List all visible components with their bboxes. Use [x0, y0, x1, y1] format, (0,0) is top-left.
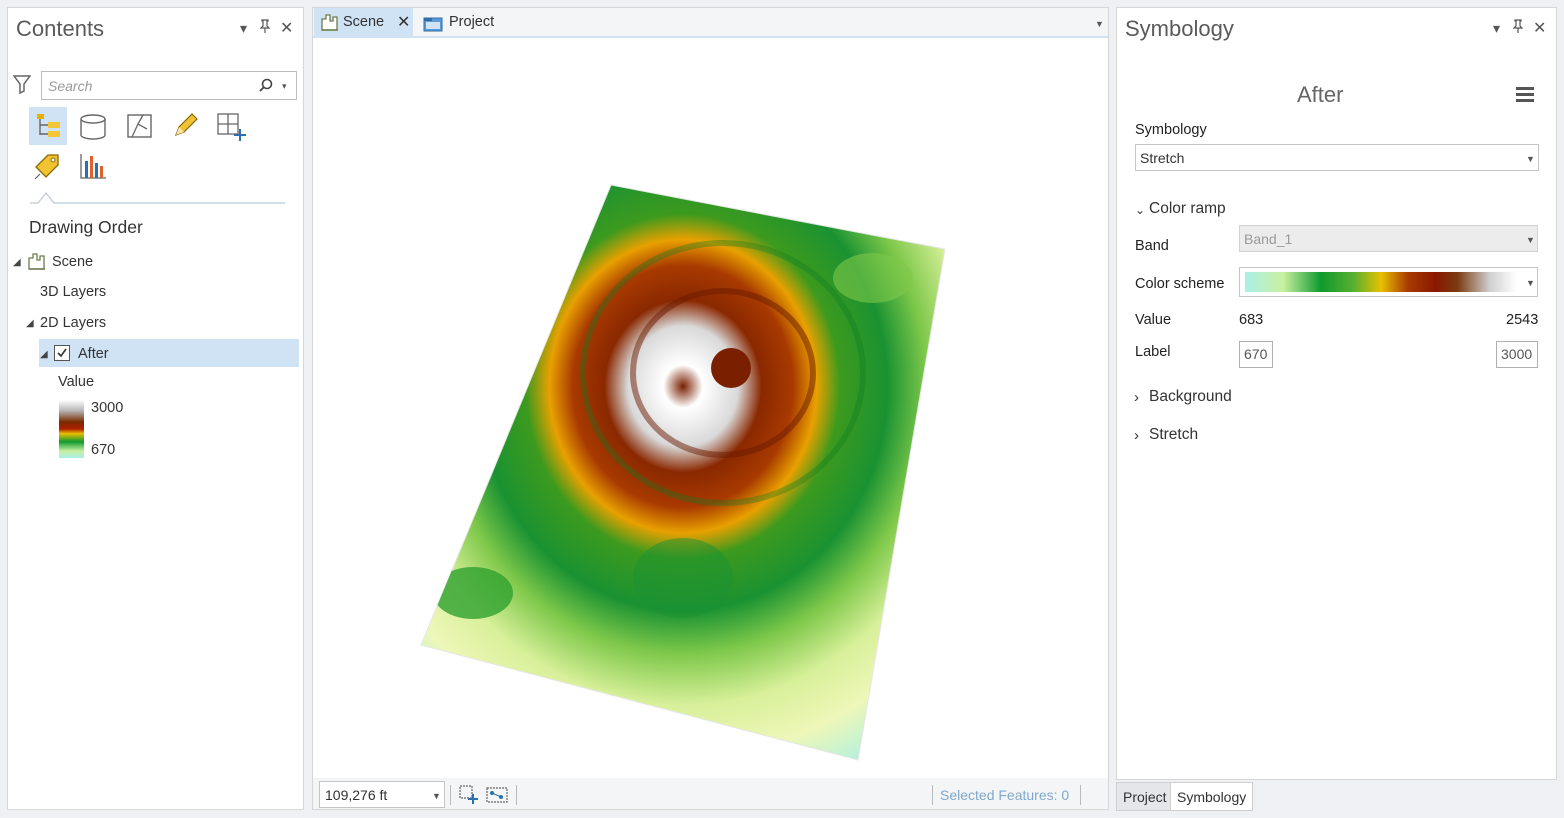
collapse-triangle-icon[interactable]: ◢	[13, 257, 21, 268]
band-label: Band	[1135, 238, 1169, 254]
color-scheme-label: Color scheme	[1135, 276, 1225, 292]
search-box[interactable]: Search ▾	[41, 71, 297, 100]
color-ramp-section[interactable]: ⌄	[1135, 201, 1145, 217]
selected-features-count[interactable]: Selected Features: 0	[940, 787, 1069, 803]
divider	[932, 785, 933, 805]
divider	[516, 785, 517, 805]
color-ramp-preview	[1245, 272, 1517, 292]
close-tab-icon[interactable]: ✕	[397, 8, 410, 37]
collapse-triangle-icon[interactable]: ◢	[40, 349, 48, 360]
value-label: Value	[1135, 312, 1172, 328]
list-by-editing-button[interactable]	[171, 112, 199, 143]
pencil-icon	[174, 113, 198, 137]
divider	[450, 785, 451, 805]
legend-field-label: Value	[58, 374, 95, 390]
tree-item-2d-layers[interactable]: 2D Layers	[40, 315, 106, 331]
label-tag-icon	[34, 154, 59, 180]
band-value: Band_1	[1244, 231, 1293, 247]
fixed-zoom-button[interactable]	[458, 784, 480, 809]
close-icon[interactable]: ✕	[1533, 18, 1546, 38]
symbology-pane: Symbology ▾ ✕ After Symbology Stretch ▼ …	[1116, 7, 1557, 780]
scene-canvas[interactable]	[313, 38, 1108, 778]
color-scheme-dropdown[interactable]: ▼	[1239, 267, 1538, 297]
chevron-right-icon[interactable]: ›	[1134, 427, 1139, 444]
legend-low-value: 670	[91, 442, 116, 458]
symbology-value: Stretch	[1140, 150, 1185, 166]
chevron-right-icon[interactable]: ›	[1134, 389, 1139, 406]
zoom-extent-icon	[459, 785, 478, 804]
layer-visibility-checkbox[interactable]	[54, 345, 70, 361]
tab-project-label: Project	[449, 14, 495, 30]
contents-title: Contents	[16, 16, 105, 41]
value-min: 683	[1239, 312, 1264, 328]
scale-value: 109,276 ft	[325, 787, 388, 803]
network-grid-icon	[486, 787, 508, 803]
symbology-title: Symbology	[1125, 16, 1234, 41]
list-by-drawing-order-button[interactable]	[29, 107, 67, 145]
map-selection-icon	[127, 114, 152, 138]
checkmark-icon	[57, 348, 67, 358]
chevron-down-icon[interactable]: ▼	[432, 791, 441, 801]
scale-dropdown[interactable]: 109,276 ft ▼	[319, 781, 445, 808]
chevron-down-icon[interactable]: ▼	[1526, 154, 1535, 164]
label-label: Label	[1135, 344, 1171, 360]
list-by-charts-button[interactable]	[78, 151, 108, 184]
band-dropdown[interactable]: Band_1 ▼	[1239, 225, 1538, 252]
bottom-tab-symbology[interactable]: Symbology	[1170, 782, 1254, 811]
chevron-down-icon[interactable]: ⌄	[1135, 203, 1145, 217]
hamburger-menu-icon[interactable]	[1516, 86, 1534, 105]
legend-color-ramp	[59, 400, 84, 458]
contents-pane: Contents ▾ ✕ Search ▾ Drawing Order ◢ Sc…	[7, 7, 304, 810]
pane-options-icon[interactable]: ▾	[1493, 20, 1500, 37]
chevron-down-icon[interactable]: ▼	[1526, 235, 1535, 245]
drawing-order-heading: Drawing Order	[29, 217, 143, 237]
list-by-labeling-button[interactable]	[32, 151, 62, 184]
pane-options-icon[interactable]: ▾	[240, 20, 247, 37]
chevron-down-icon[interactable]: ▼	[1526, 278, 1535, 288]
tree-item-3d-layers[interactable]: 3D Layers	[40, 284, 106, 300]
database-icon	[80, 114, 106, 140]
label-min-input[interactable]: 670	[1239, 341, 1273, 368]
scene-icon	[27, 251, 47, 274]
tab-scene[interactable]: Scene ✕	[314, 8, 413, 37]
divider	[1080, 785, 1081, 805]
pin-icon[interactable]	[1512, 19, 1524, 36]
value-max: 2543	[1506, 312, 1539, 328]
bar-chart-icon	[80, 154, 106, 179]
search-input[interactable]: Search	[48, 78, 92, 94]
background-header[interactable]: Background	[1149, 388, 1232, 406]
grid-add-icon	[217, 113, 246, 141]
filter-icon[interactable]	[12, 74, 32, 97]
symbology-label: Symbology	[1135, 122, 1207, 138]
tree-item-scene[interactable]: Scene	[52, 254, 93, 270]
label-max-input[interactable]: 3000	[1496, 341, 1538, 368]
symbology-dropdown[interactable]: Stretch ▼	[1135, 144, 1539, 171]
tab-project[interactable]: Project	[421, 8, 511, 37]
legend-high-value: 3000	[91, 400, 124, 416]
drawing-order-icon	[37, 114, 60, 137]
stretch-header[interactable]: Stretch	[1149, 426, 1198, 444]
pin-icon[interactable]	[259, 19, 271, 36]
list-by-snapping-button[interactable]	[216, 112, 248, 147]
terrain-surface	[420, 184, 946, 761]
tab-scene-label: Scene	[343, 14, 385, 30]
layer-name-heading: After	[1297, 82, 1344, 107]
list-by-data-source-button[interactable]	[78, 112, 108, 145]
toolbar-separator	[30, 191, 285, 208]
collapse-triangle-icon[interactable]: ◢	[26, 318, 34, 329]
list-by-selection-button[interactable]	[126, 112, 154, 143]
search-options-icon[interactable]: ▾	[282, 81, 287, 92]
search-icon[interactable]	[259, 78, 273, 95]
close-icon[interactable]: ✕	[280, 18, 293, 38]
tab-list-dropdown-icon[interactable]: ▼	[1095, 19, 1104, 29]
bottom-tab-project[interactable]: Project	[1116, 782, 1174, 811]
tree-item-after[interactable]: After	[78, 346, 109, 362]
navigator-button[interactable]	[485, 784, 509, 809]
color-ramp-header[interactable]: Color ramp	[1149, 200, 1226, 218]
view-pane: Scene ✕ Project ▼ 109,276 ft ▼ Selected …	[312, 7, 1109, 810]
